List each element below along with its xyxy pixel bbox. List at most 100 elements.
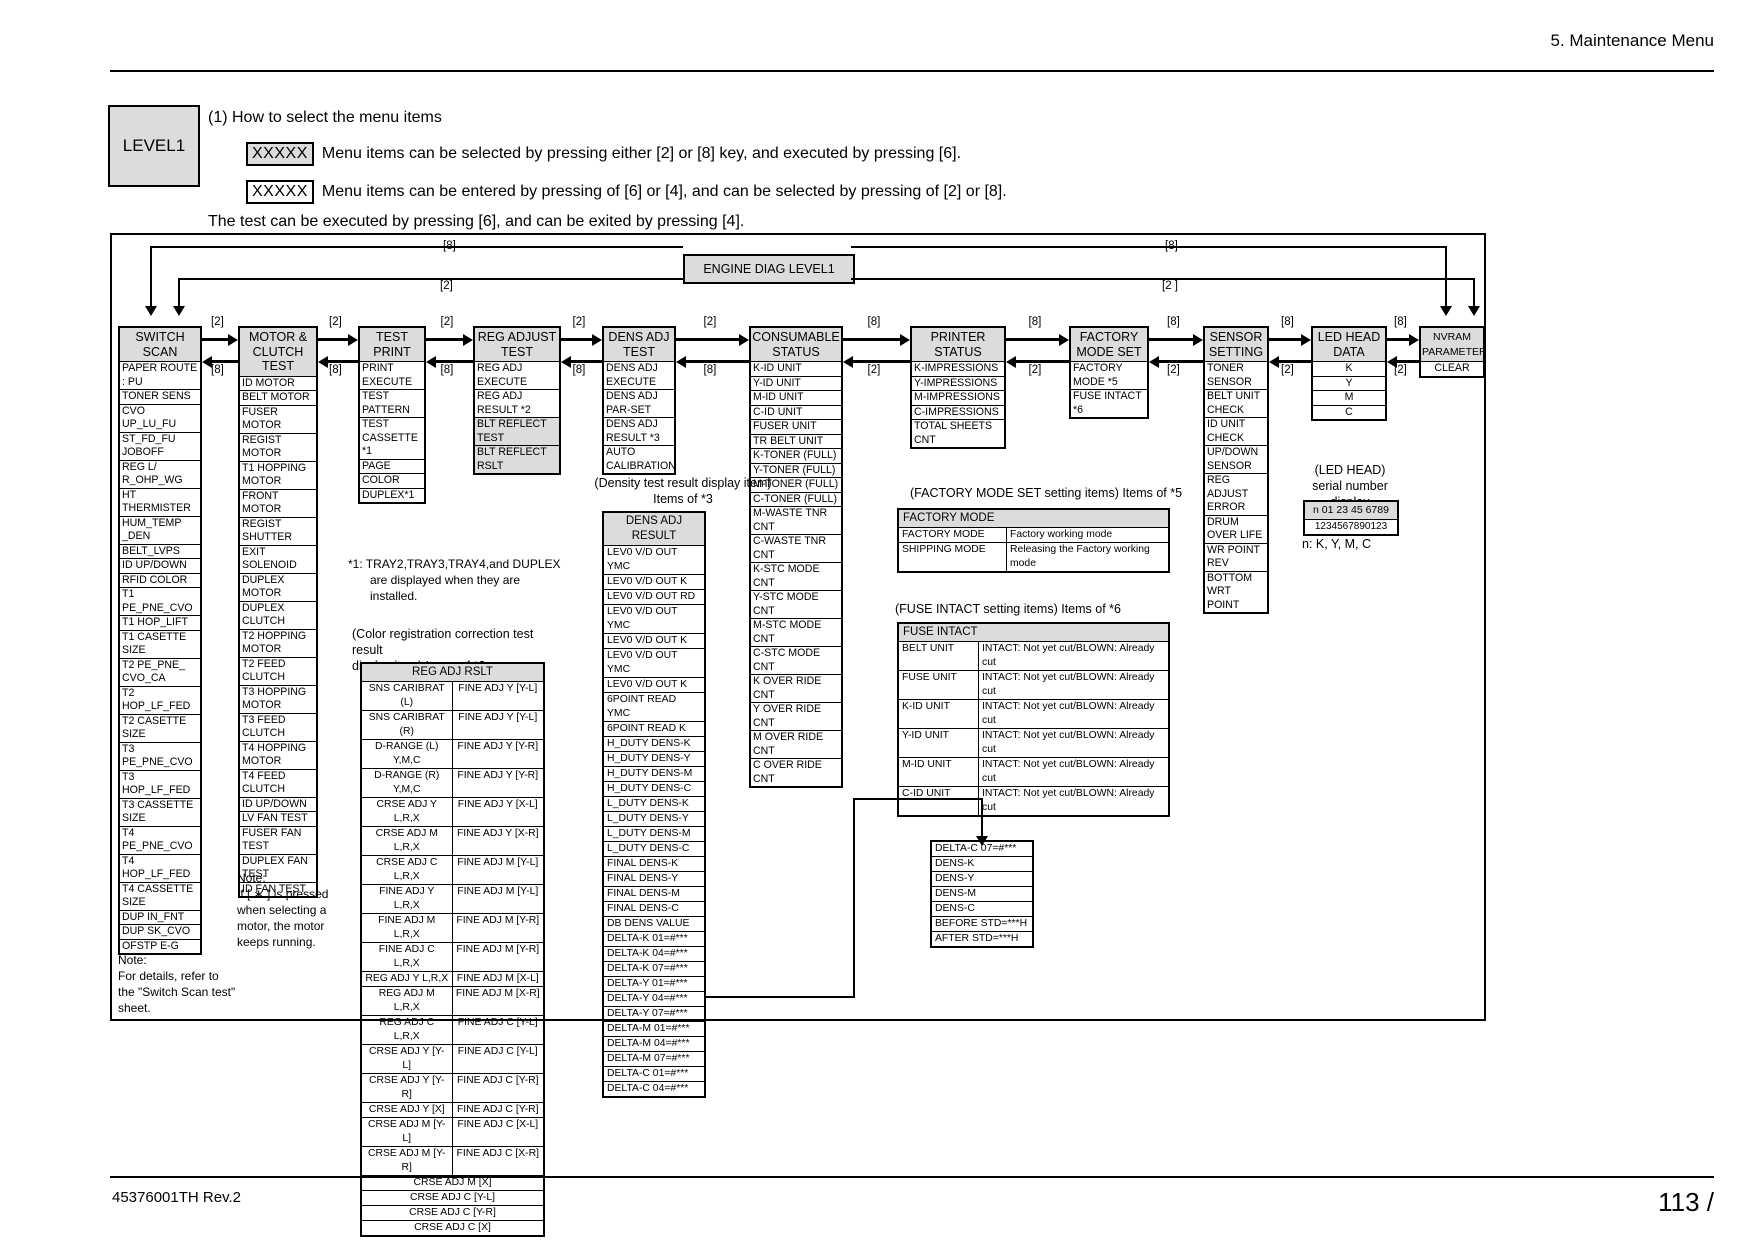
menu-item[interactable]: T4 PE_PNE_CVO xyxy=(120,827,200,855)
menu-item[interactable]: AUTO CALIBRATION xyxy=(604,446,676,473)
menu-item[interactable]: K xyxy=(1313,362,1385,377)
menu-item[interactable]: BOTTOM WRT POINT xyxy=(1205,572,1267,613)
menu-item[interactable]: REG ADJ EXECUTE xyxy=(475,362,559,390)
column-items-sensor-setting[interactable]: TONER SENSOR BELT UNIT CHECK ID UNIT CHECK… xyxy=(1205,362,1267,612)
menu-column-sensor-setting[interactable]: SENSOR SETTING TONER SENSOR BELT UNIT CHEC… xyxy=(1203,326,1269,614)
menu-item[interactable]: DUPLEX CLUTCH xyxy=(240,602,316,630)
menu-item[interactable]: TOTAL SHEETS CNT xyxy=(912,420,1004,447)
menu-item[interactable]: T1 PE_PNE_CVO xyxy=(120,588,200,616)
menu-column-led-head-data[interactable]: LED HEAD DATA KYMC xyxy=(1311,326,1387,421)
menu-item[interactable]: M-ID UNIT xyxy=(751,391,841,406)
column-header-switch-scan[interactable]: SWITCH SCAN xyxy=(120,328,200,362)
menu-item[interactable]: LV FAN TEST xyxy=(240,812,316,827)
menu-item[interactable]: UP/DOWN SENSOR xyxy=(1205,446,1267,474)
menu-item[interactable]: K-IMPRESSIONS xyxy=(912,362,1004,377)
menu-column-consumable-status[interactable]: CONSUMABLE STATUS K-ID UNIT Y-ID UNIT M-ID … xyxy=(749,326,843,788)
column-header-dens-adj-test[interactable]: DENS ADJ TEST xyxy=(604,328,674,362)
menu-item[interactable]: PAGE xyxy=(360,460,424,474)
menu-column-nvram-parameter[interactable]: NVRAM PARAMETER CLEAR xyxy=(1419,326,1487,378)
column-items-switch-scan[interactable]: PAPER ROUTE : PU TONER SENS CVO UP_LU_FU ST… xyxy=(120,362,200,953)
menu-item[interactable]: K-STC MODE CNT xyxy=(751,563,841,591)
menu-item[interactable]: K OVER RIDE CNT xyxy=(751,675,841,703)
menu-item[interactable]: M-IMPRESSIONS xyxy=(912,391,1004,406)
menu-item[interactable]: Y xyxy=(1313,377,1385,391)
menu-item[interactable]: FUSER UNIT xyxy=(751,420,841,435)
column-items-dens-adj-test[interactable]: DENS ADJ EXECUTE DENS ADJ PAR-SET DENS ADJ… xyxy=(604,362,676,473)
menu-item[interactable]: FACTORY MODE *5 xyxy=(1071,362,1147,390)
menu-item[interactable]: T4 FEED CLUTCH xyxy=(240,770,316,798)
menu-item[interactable]: C OVER RIDE CNT xyxy=(751,759,841,786)
menu-item[interactable]: FUSER MOTOR xyxy=(240,406,316,434)
menu-item[interactable]: Y-STC MODE CNT xyxy=(751,591,841,619)
menu-item[interactable]: TONER SENSOR xyxy=(1205,362,1267,390)
menu-item[interactable]: CLEAR xyxy=(1421,362,1483,376)
column-items-test-print[interactable]: PRINT EXECUTE TEST PATTERN TEST CASSETTE *… xyxy=(360,362,424,502)
menu-column-reg-adjust-test[interactable]: REG ADJUST TEST REG ADJ EXECUTE REG ADJ RE… xyxy=(473,326,561,475)
column-header-nvram-parameter[interactable]: NVRAM PARAMETER xyxy=(1421,328,1487,362)
column-header-printer-status[interactable]: PRINTER STATUS xyxy=(912,328,1004,362)
menu-item[interactable]: HT THERMISTER xyxy=(120,489,200,517)
menu-item[interactable]: T1 CASETTE SIZE xyxy=(120,631,200,659)
menu-column-printer-status[interactable]: PRINTER STATUS K-IMPRESSIONS Y-IMPRESSION… xyxy=(910,326,1006,449)
menu-item[interactable]: DENS ADJ PAR-SET xyxy=(604,390,674,418)
menu-item[interactable]: T3 CASSETTE SIZE xyxy=(120,799,200,827)
menu-column-factory-mode-set[interactable]: FACTORY MODE SET FACTORY MODE *5 FUSE INTA… xyxy=(1069,326,1149,419)
menu-item[interactable]: WR POINT REV xyxy=(1205,544,1267,572)
menu-item[interactable]: TEST PATTERN xyxy=(360,390,424,418)
menu-item[interactable]: TR BELT UNIT xyxy=(751,435,841,449)
column-items-consumable-status[interactable]: K-ID UNIT Y-ID UNIT M-ID UNIT C-ID UNIT FUSE… xyxy=(751,362,841,786)
menu-item[interactable]: T3 PE_PNE_CVO xyxy=(120,743,200,771)
menu-item[interactable]: T4 CASSETTE SIZE xyxy=(120,883,200,911)
menu-item[interactable]: C-WASTE TNR CNT xyxy=(751,535,841,563)
menu-item[interactable]: T4 HOPPING MOTOR xyxy=(240,742,316,770)
menu-item[interactable]: C xyxy=(1313,406,1385,420)
menu-item[interactable]: K-TONER (FULL) xyxy=(751,449,841,464)
menu-item[interactable]: REG L/ R_OHP_WG xyxy=(120,461,200,489)
column-header-consumable-status[interactable]: CONSUMABLE STATUS xyxy=(751,328,841,362)
menu-item[interactable]: ID UP/DOWN xyxy=(240,798,316,812)
column-items-motor-clutch-test[interactable]: ID MOTOR BELT MOTOR FUSER MOTOR REGIST MOTO… xyxy=(240,377,316,897)
menu-item[interactable]: C-ID UNIT xyxy=(751,406,841,420)
menu-item[interactable]: FRONT MOTOR xyxy=(240,490,316,518)
menu-item[interactable]: OFSTP E-G xyxy=(120,940,200,954)
menu-column-motor-clutch-test[interactable]: MOTOR & CLUTCH TEST ID MOTOR BELT MOTOR FUSE… xyxy=(238,326,318,898)
menu-item[interactable]: DENS ADJ EXECUTE xyxy=(604,362,674,390)
menu-item[interactable]: REGIST MOTOR xyxy=(240,434,316,462)
menu-item[interactable]: REG ADJUST ERROR xyxy=(1205,474,1267,516)
menu-item[interactable]: FUSE INTACT *6 xyxy=(1071,390,1147,417)
menu-item[interactable]: C-IMPRESSIONS xyxy=(912,406,1004,420)
menu-item[interactable]: TONER SENS xyxy=(120,390,200,405)
menu-item[interactable]: T2 HOP_LF_FED xyxy=(120,687,200,715)
menu-item[interactable]: T3 HOP_LF_FED xyxy=(120,771,200,799)
menu-item[interactable]: T1 HOP_LIFT xyxy=(120,616,200,631)
menu-item[interactable]: Y-IMPRESSIONS xyxy=(912,377,1004,391)
menu-item[interactable]: DUPLEX MOTOR xyxy=(240,574,316,602)
column-items-nvram-parameter[interactable]: CLEAR xyxy=(1421,362,1483,376)
menu-item[interactable]: BELT MOTOR xyxy=(240,391,316,406)
menu-item[interactable]: T4 HOP_LF_FED xyxy=(120,855,200,883)
menu-item[interactable]: FUSER FAN TEST xyxy=(240,827,316,855)
menu-item[interactable]: HUM_TEMP _DEN xyxy=(120,517,200,545)
menu-item[interactable]: ST_FD_FU JOBOFF xyxy=(120,433,200,461)
column-header-sensor-setting[interactable]: SENSOR SETTING xyxy=(1205,328,1267,362)
menu-item[interactable]: COLOR xyxy=(360,474,424,489)
menu-item[interactable]: DENS ADJ RESULT *3 xyxy=(604,418,674,446)
column-header-factory-mode-set[interactable]: FACTORY MODE SET xyxy=(1071,328,1147,362)
menu-item[interactable]: RFID COLOR xyxy=(120,574,200,588)
menu-item[interactable]: T2 PE_PNE_ CVO_CA xyxy=(120,659,200,687)
menu-item[interactable]: BLT REFLECT TEST xyxy=(475,418,559,446)
column-items-reg-adjust-test[interactable]: REG ADJ EXECUTE REG ADJ RESULT *2 BLT REFL… xyxy=(475,362,559,473)
menu-item[interactable]: REG ADJ RESULT *2 xyxy=(475,390,559,418)
menu-item[interactable]: ID UNIT CHECK xyxy=(1205,418,1267,446)
menu-column-dens-adj-test[interactable]: DENS ADJ TEST DENS ADJ EXECUTE DENS ADJ PA… xyxy=(602,326,676,475)
menu-item[interactable]: PRINT EXECUTE xyxy=(360,362,424,390)
menu-item[interactable]: DUP SK_CVO xyxy=(120,925,200,940)
menu-item[interactable]: M OVER RIDE CNT xyxy=(751,731,841,759)
menu-item[interactable]: T2 FEED CLUTCH xyxy=(240,658,316,686)
column-header-led-head-data[interactable]: LED HEAD DATA xyxy=(1313,328,1385,362)
menu-item[interactable]: PAPER ROUTE : PU xyxy=(120,362,200,390)
menu-item[interactable]: ID MOTOR xyxy=(240,377,316,391)
column-items-printer-status[interactable]: K-IMPRESSIONS Y-IMPRESSIONS M-IMPRESSIONS C… xyxy=(912,362,1004,447)
menu-item[interactable]: C-STC MODE CNT xyxy=(751,647,841,675)
menu-item[interactable]: DUPLEX*1 xyxy=(360,489,424,503)
